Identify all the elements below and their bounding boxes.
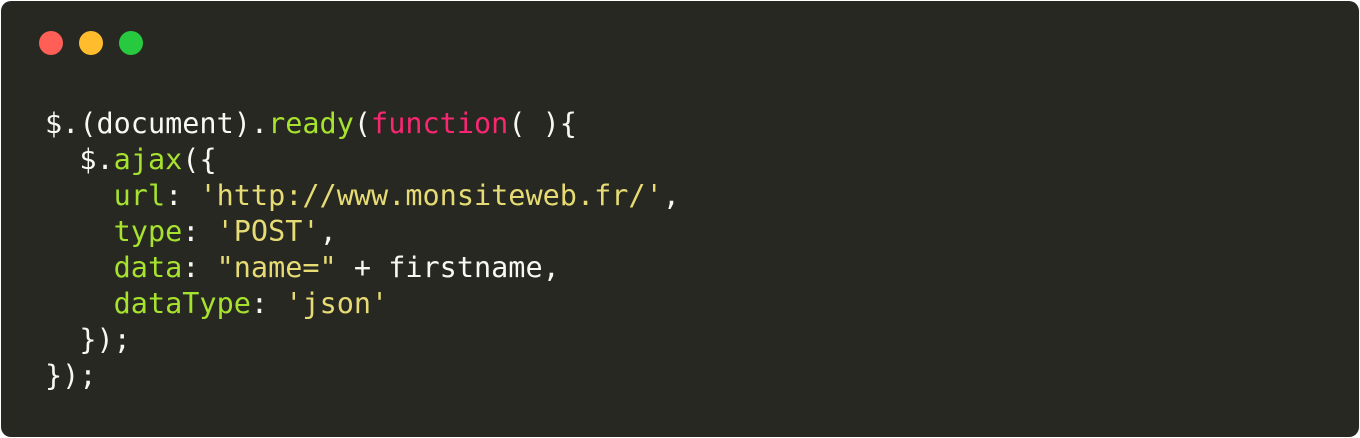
code-identifier: data — [113, 251, 183, 284]
code-line: data: "name=" + firstname, — [45, 250, 680, 286]
code-text: ( — [353, 107, 372, 140]
code-identifier: url — [113, 179, 166, 212]
code-text: ( ){ — [508, 107, 577, 140]
code-text: }); — [45, 359, 97, 392]
code-identifier: ready — [268, 107, 354, 140]
close-button[interactable] — [39, 31, 63, 55]
code-line: }); — [45, 322, 680, 358]
code-line: $.ajax({ — [45, 142, 680, 178]
code-line: $.(document).ready(function( ){ — [45, 106, 680, 142]
code-text: : — [165, 179, 200, 212]
code-text: }); — [45, 323, 131, 356]
code-string: "name=" — [216, 251, 337, 284]
code-text: : — [250, 287, 286, 320]
minimize-button[interactable] — [79, 31, 103, 55]
code-line: url: 'http://www.monsiteweb.fr/', — [45, 178, 680, 214]
code-string: 'http://www.monsiteweb.fr/' — [199, 179, 663, 212]
zoom-button[interactable] — [119, 31, 143, 55]
code-block: $.(document).ready(function( ){ $.ajax({… — [45, 106, 680, 394]
code-identifier: ajax — [113, 143, 183, 176]
code-string: 'POST' — [216, 215, 320, 248]
code-line: }); — [45, 358, 680, 394]
code-text: $.(document). — [45, 107, 269, 140]
code-text: , — [662, 179, 680, 212]
code-identifier: type — [113, 215, 183, 248]
code-text: : — [182, 215, 217, 248]
code-text: ({ — [182, 143, 217, 176]
code-keyword: function — [371, 107, 509, 140]
code-text: $. — [45, 143, 114, 176]
code-string: 'json' — [285, 287, 389, 320]
code-window: $.(document).ready(function( ){ $.ajax({… — [1, 1, 1359, 437]
code-text: , — [319, 215, 337, 248]
window-controls — [39, 31, 143, 55]
code-line: dataType: 'json' — [45, 286, 680, 322]
code-identifier: dataType — [113, 287, 251, 320]
code-line: type: 'POST', — [45, 214, 680, 250]
code-text: : — [182, 251, 217, 284]
code-text: + firstname, — [336, 251, 560, 284]
